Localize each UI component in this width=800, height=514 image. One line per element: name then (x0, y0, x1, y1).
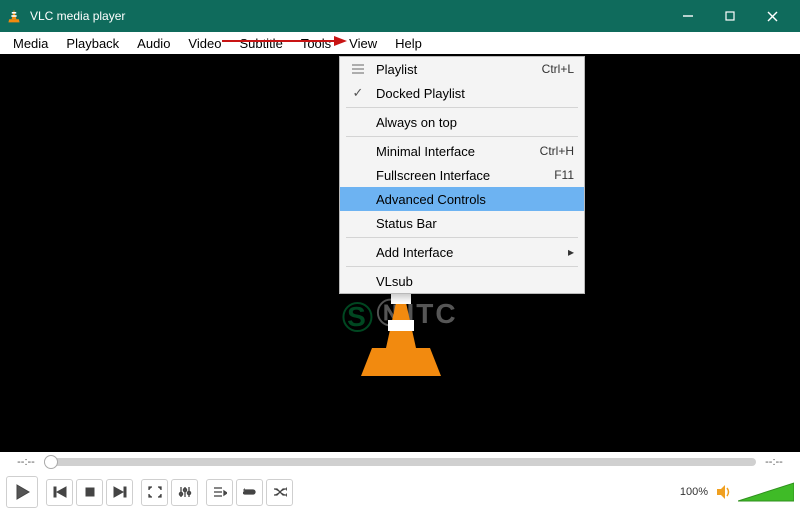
vlc-cone-large-icon (358, 280, 444, 380)
window-minimize-button[interactable] (678, 6, 698, 26)
playlist-toggle-button[interactable] (206, 479, 233, 506)
shuffle-button[interactable] (266, 479, 293, 506)
loop-button[interactable] (236, 479, 263, 506)
extended-settings-button[interactable] (171, 479, 198, 506)
menu-bar: Media Playback Audio Video Subtitle Tool… (0, 32, 800, 54)
playlist-icon (344, 63, 372, 75)
stop-button[interactable] (76, 479, 103, 506)
menu-subtitle[interactable]: Subtitle (230, 35, 291, 52)
menu-item-docked-playlist[interactable]: ✓ Docked Playlist (340, 81, 584, 105)
menu-item-shortcut: Ctrl+H (540, 144, 574, 158)
time-total: --:-- (756, 456, 792, 468)
menu-item-label: Minimal Interface (372, 144, 540, 159)
title-bar: VLC media player (0, 0, 800, 32)
menu-item-status-bar[interactable]: Status Bar (340, 211, 584, 235)
menu-item-minimal-interface[interactable]: Minimal Interface Ctrl+H (340, 139, 584, 163)
time-elapsed: --:-- (8, 456, 44, 468)
view-menu-dropdown: Playlist Ctrl+L ✓ Docked Playlist Always… (339, 56, 585, 294)
checkmark-icon: ✓ (344, 85, 372, 101)
menu-item-label: Docked Playlist (372, 86, 574, 101)
submenu-arrow-icon: ▸ (568, 245, 574, 259)
menu-audio[interactable]: Audio (128, 35, 179, 52)
next-button[interactable] (106, 479, 133, 506)
menu-media[interactable]: Media (4, 35, 57, 52)
fullscreen-button[interactable] (141, 479, 168, 506)
menu-item-always-on-top[interactable]: Always on top (340, 110, 584, 134)
volume-percent: 100% (680, 486, 708, 498)
window-maximize-button[interactable] (720, 6, 740, 26)
seek-slider[interactable] (44, 458, 756, 466)
menu-item-fullscreen-interface[interactable]: Fullscreen Interface F11 (340, 163, 584, 187)
app-title: VLC media player (30, 9, 678, 23)
menu-separator (346, 136, 578, 137)
speaker-icon[interactable] (716, 483, 734, 501)
menu-item-shortcut: Ctrl+L (542, 62, 574, 76)
menu-separator (346, 107, 578, 108)
menu-item-label: Always on top (372, 115, 574, 130)
menu-item-label: VLsub (372, 274, 574, 289)
vlc-cone-icon (6, 8, 22, 24)
seek-bar: --:-- --:-- (0, 452, 800, 472)
menu-help[interactable]: Help (386, 35, 431, 52)
menu-item-advanced-controls[interactable]: Advanced Controls (340, 187, 584, 211)
menu-separator (346, 266, 578, 267)
menu-playback[interactable]: Playback (57, 35, 128, 52)
menu-separator (346, 237, 578, 238)
previous-button[interactable] (46, 479, 73, 506)
menu-item-playlist[interactable]: Playlist Ctrl+L (340, 57, 584, 81)
seek-thumb[interactable] (44, 455, 58, 469)
menu-tools[interactable]: Tools (292, 35, 340, 52)
menu-item-vlsub[interactable]: VLsub (340, 269, 584, 293)
menu-video[interactable]: Video (179, 35, 230, 52)
menu-item-label: Fullscreen Interface (372, 168, 554, 183)
controls-bar: 100% (0, 472, 800, 512)
menu-item-shortcut: F11 (554, 168, 574, 182)
menu-item-add-interface[interactable]: Add Interface ▸ (340, 240, 584, 264)
play-button[interactable] (6, 476, 38, 508)
menu-item-label: Playlist (372, 62, 542, 77)
menu-item-label: Advanced Controls (372, 192, 574, 207)
menu-item-label: Add Interface (372, 245, 568, 260)
menu-item-label: Status Bar (372, 216, 574, 231)
volume-slider[interactable] (738, 481, 794, 503)
menu-view[interactable]: View (340, 35, 386, 52)
video-area: SⓃITC Playlist Ctrl+L ✓ Docked Playlist … (0, 54, 800, 452)
window-close-button[interactable] (762, 6, 782, 26)
